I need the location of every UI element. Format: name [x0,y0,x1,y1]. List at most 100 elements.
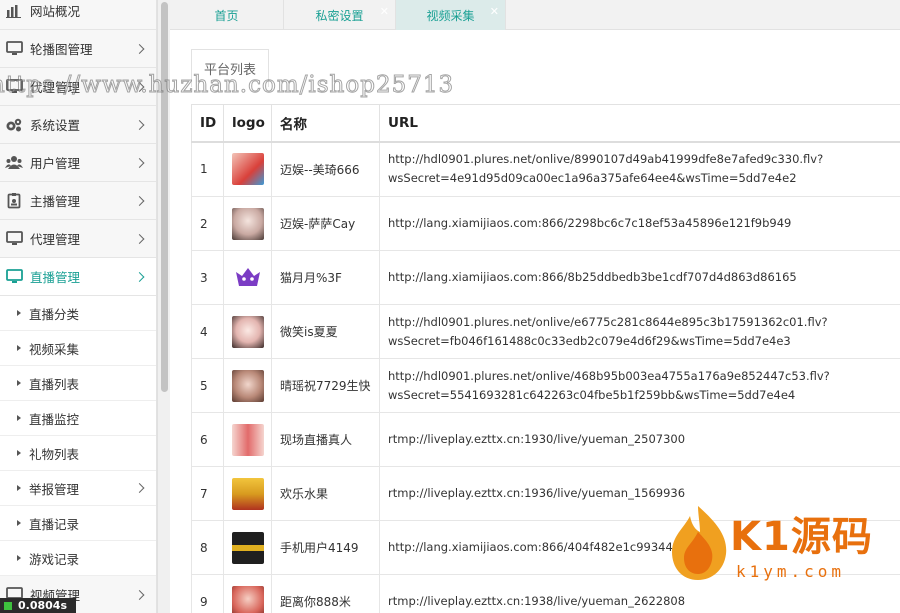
cell-logo [223,412,272,467]
cell-logo [223,574,272,613]
tab-video-collect[interactable]: 视频采集 ✕ [396,0,506,30]
cell-id: 3 [191,250,224,305]
table-row[interactable]: 6 现场直播真人 rtmp://liveplay.ezttx.cn:1930/l… [191,412,900,467]
sidebar-subitem-label: 直播分类 [29,306,80,322]
cell-id: 6 [191,412,224,467]
table-row[interactable]: 1 迈娱--美琦666 http://hdl0901.plures.net/on… [191,141,900,197]
cell-name: 距离你888米 [271,574,380,613]
cell-name: 晴瑶祝7729生快 [271,358,380,413]
tab-label: 视频采集 [426,8,475,23]
url-line: http://hdl0901.plures.net/onlive/e6775c2… [388,314,828,329]
chevron-right-icon [134,81,145,92]
sidebar-item-label: 轮播图管理 [30,42,93,57]
table-row[interactable]: 7 欢乐水果 rtmp://liveplay.ezttx.cn:1936/liv… [191,466,900,521]
cell-name: 猫月月%3F [271,250,380,305]
sidebar-item-label: 代理管理 [30,232,81,247]
sidebar-subitem-live-category[interactable]: 直播分类 [0,296,156,331]
sidebar-item-users[interactable]: 用户管理 [0,144,156,182]
platform-logo-image [232,315,264,348]
cell-name: 现场直播真人 [271,412,380,467]
sidebar-scrollbar[interactable] [157,0,170,613]
column-header-name: 名称 [271,104,380,143]
cell-logo [223,466,272,521]
sidebar: 网站概况 轮播图管理 代理管理 系统设置 用户管理 主播管理 代理管理 直播管理… [0,0,157,613]
cell-url: rtmp://liveplay.ezttx.cn:1938/live/yuema… [379,574,900,613]
sidebar-item-label: 代理管理 [30,80,81,95]
tab-label: 私密设置 [315,8,364,23]
sidebar-item-agent-2[interactable]: 代理管理 [0,220,156,258]
tab-privacy-settings[interactable]: 私密设置 ✕ [284,0,396,30]
cell-name: 欢乐水果 [271,466,380,521]
app-window: 网站概况 轮播图管理 代理管理 系统设置 用户管理 主播管理 代理管理 直播管理… [0,0,900,613]
platform-logo-image [232,531,264,564]
url-line: http://hdl0901.plures.net/onlive/468b95b… [388,368,830,383]
cell-url: rtmp://liveplay.ezttx.cn:1936/live/yuema… [379,466,900,521]
bar-chart-icon [4,3,24,19]
scrollbar-thumb[interactable] [161,2,168,392]
table-row[interactable]: 9 距离你888米 rtmp://liveplay.ezttx.cn:1938/… [191,574,900,613]
sidebar-item-label: 用户管理 [30,156,81,171]
column-header-logo: logo [223,104,272,143]
sidebar-subitem-live-records[interactable]: 直播记录 [0,506,156,541]
sidebar-subitem-label: 直播监控 [29,411,80,427]
chevron-right-icon [134,271,145,282]
table-row[interactable]: 4 微笑is夏夏 http://hdl0901.plures.net/onliv… [191,304,900,359]
caret-right-icon [17,555,21,561]
tab-label: 平台列表 [203,63,256,78]
table-row[interactable]: 3 猫月月%3F http://lang.xiamijiaos.com:866/… [191,250,900,305]
sidebar-subitem-label: 直播列表 [29,376,80,392]
close-icon[interactable]: ✕ [490,5,499,18]
caret-right-icon [17,310,21,316]
close-icon[interactable]: ✕ [380,5,389,18]
url-line: rtmp://liveplay.ezttx.cn:1936/live/yuema… [388,486,686,500]
sidebar-subitem-live-monitor[interactable]: 直播监控 [0,401,156,436]
sidebar-item-label: 直播管理 [30,270,81,285]
chevron-right-icon [134,233,145,244]
tab-bar: 首页 私密设置 ✕ 视频采集 ✕ [170,0,900,30]
table-row[interactable]: 5 晴瑶祝7729生快 http://hdl0901.plures.net/on… [191,358,900,413]
cell-id: 4 [191,304,224,359]
tab-platform-list[interactable]: 平台列表 [191,49,269,87]
sidebar-item-live[interactable]: 直播管理 [0,258,156,296]
sidebar-item-anchors[interactable]: 主播管理 [0,182,156,220]
sidebar-item-site-overview[interactable]: 网站概况 [0,0,156,30]
cell-logo [223,304,272,359]
column-header-id: ID [191,104,224,143]
sidebar-item-settings[interactable]: 系统设置 [0,106,156,144]
monitor-icon [4,231,24,247]
cell-id: 9 [191,574,224,613]
sidebar-item-label: 系统设置 [30,118,81,133]
cell-id: 5 [191,358,224,413]
sidebar-subitem-reports[interactable]: 举报管理 [0,471,156,506]
table-row[interactable]: 8 手机用户4149 http://lang.xiamijiaos.com:86… [191,520,900,575]
network-speed-value: 0.0804s [18,599,67,612]
gears-icon [4,117,24,133]
platform-logo-image [232,207,264,240]
sidebar-subitem-video-collect[interactable]: 视频采集 [0,331,156,366]
sidebar-subitem-label: 直播记录 [29,516,80,532]
table-header-row: ID logo 名称 URL [191,104,900,143]
caret-right-icon [17,520,21,526]
table-row[interactable]: 2 迈娱-萨萨Cay http://lang.xiamijiaos.com:86… [191,196,900,251]
platform-logo-image [232,153,264,186]
cell-url: http://hdl0901.plures.net/onlive/e6775c2… [379,304,900,359]
sidebar-subitem-game-records[interactable]: 游戏记录 [0,541,156,576]
cell-logo [223,250,272,305]
platform-logo-image [236,267,260,286]
url-line: rtmp://liveplay.ezttx.cn:1930/live/yuema… [388,432,686,446]
caret-right-icon [17,380,21,386]
url-line: http://lang.xiamijiaos.com:866/2298bc6c7… [388,216,792,230]
chevron-right-icon [134,43,145,54]
sidebar-item-agent[interactable]: 代理管理 [0,68,156,106]
tab-home[interactable]: 首页 [170,0,284,30]
sidebar-item-carousel[interactable]: 轮播图管理 [0,30,156,68]
sidebar-subitem-live-list[interactable]: 直播列表 [0,366,156,401]
users-icon [4,155,24,171]
monitor-icon [4,41,24,57]
tab-label: 首页 [214,8,239,23]
url-line: http://hdl0901.plures.net/onlive/8990107… [388,152,824,167]
chevron-right-icon [134,483,145,493]
cell-url: http://hdl0901.plures.net/onlive/8990107… [379,141,900,197]
sidebar-subitem-gift-list[interactable]: 礼物列表 [0,436,156,471]
url-line: rtmp://liveplay.ezttx.cn:1938/live/yuema… [388,594,686,608]
